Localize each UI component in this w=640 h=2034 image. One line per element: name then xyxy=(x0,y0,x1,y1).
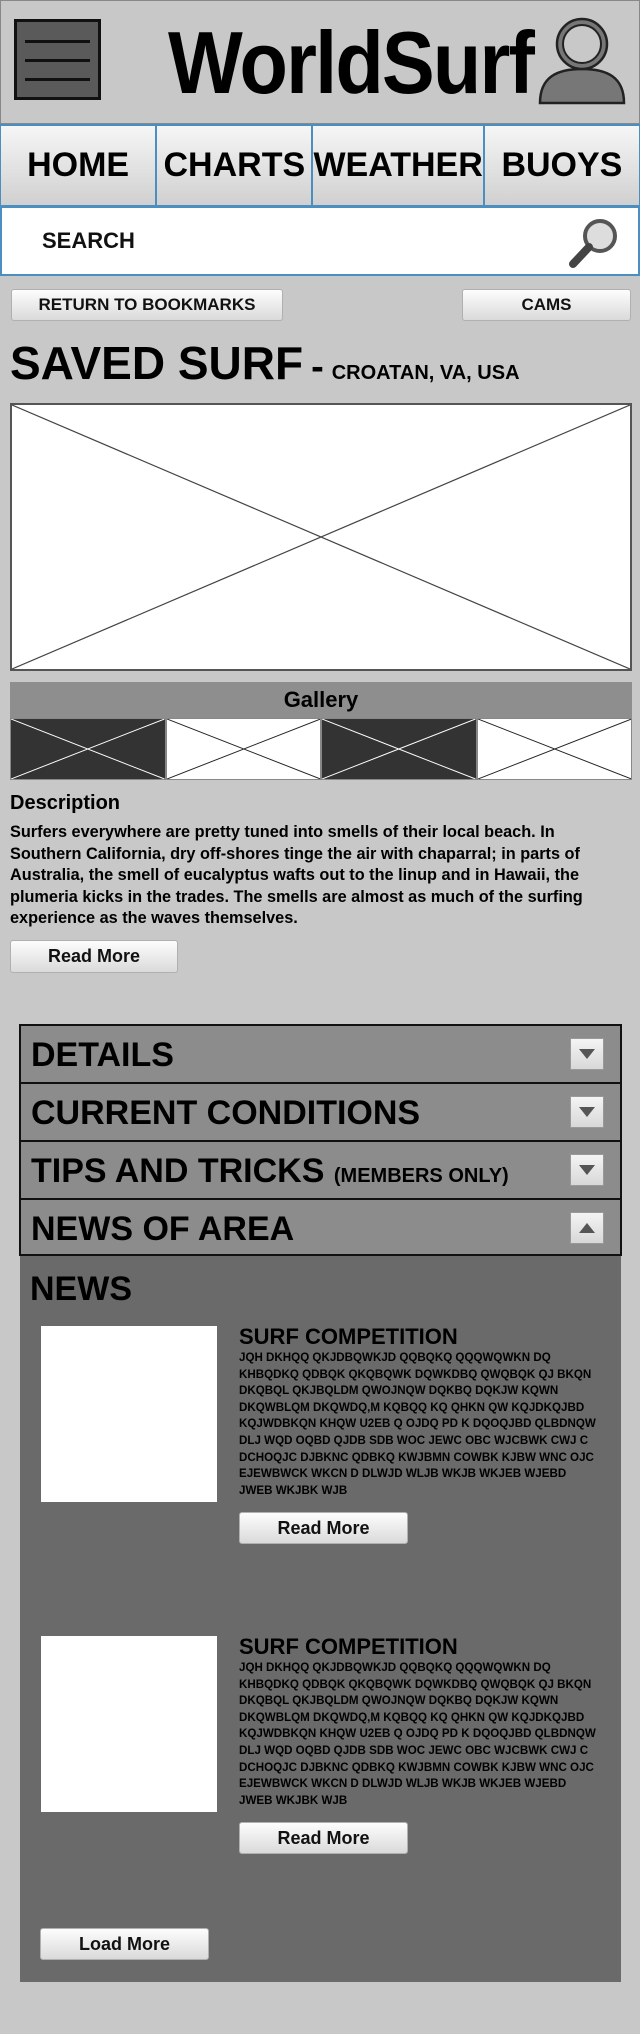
accordion-label: DETAILS xyxy=(31,1036,174,1074)
search-bar xyxy=(0,206,640,276)
page-title: SAVED SURF xyxy=(10,337,304,389)
app-header: WorldSurf xyxy=(0,0,640,124)
news-image[interactable] xyxy=(41,1636,217,1812)
tab-charts[interactable]: CHARTS xyxy=(156,124,313,206)
cams-button[interactable]: CAMS xyxy=(462,289,631,321)
spot-location: CROATAN, VA, USA xyxy=(331,362,520,384)
load-more-button[interactable]: Load More xyxy=(40,1928,209,1960)
news-body: JQH DKHQQ QKJDBQWKJD QQBQKQ QQQWQWKN DQ … xyxy=(239,1661,596,1807)
spot-title-row: SAVED SURF - CROATAN, VA, USA xyxy=(10,336,630,396)
hero-image xyxy=(10,403,632,671)
tab-weather[interactable]: WEATHER xyxy=(312,124,484,206)
user-avatar-icon[interactable] xyxy=(537,13,627,105)
accordion-label: CURRENT CONDITIONS xyxy=(31,1094,421,1132)
image-placeholder-icon xyxy=(166,718,321,780)
description-read-more-button[interactable]: Read More xyxy=(10,940,178,973)
accordion: DETAILS CURRENT CONDITIONS TIPS AND TRIC… xyxy=(19,1024,622,1256)
chevron-down-icon[interactable] xyxy=(570,1096,604,1128)
chevron-down-icon[interactable] xyxy=(570,1154,604,1186)
gallery-thumb[interactable] xyxy=(476,718,632,780)
tab-buoys[interactable]: BUOYS xyxy=(483,124,640,206)
chevron-down-icon[interactable] xyxy=(570,1038,604,1070)
gallery-strip xyxy=(10,718,632,780)
title-separator: - xyxy=(311,346,324,388)
search-input[interactable] xyxy=(42,216,542,266)
return-to-bookmarks-button[interactable]: RETURN TO BOOKMARKS xyxy=(11,289,283,321)
hamburger-menu-icon[interactable] xyxy=(14,19,101,100)
search-icon[interactable] xyxy=(568,216,622,270)
news-title[interactable]: SURF COMPETITION xyxy=(239,1634,458,1660)
logo[interactable]: WorldSurf xyxy=(168,5,535,121)
accordion-tips-and-tricks[interactable]: TIPS AND TRICKS (MEMBERS ONLY) xyxy=(19,1140,622,1198)
accordion-label: TIPS AND TRICKS xyxy=(31,1152,325,1190)
news-read-more-button[interactable]: Read More xyxy=(239,1822,408,1854)
image-placeholder-icon xyxy=(10,718,165,780)
accordion-label-row: TIPS AND TRICKS (MEMBERS ONLY) xyxy=(31,1142,509,1198)
accordion-label: NEWS OF AREA xyxy=(31,1210,295,1248)
image-placeholder-icon xyxy=(477,718,632,780)
tab-home[interactable]: HOME xyxy=(0,124,157,206)
news-panel: NEWS SURF COMPETITION JQH DKHQQ QKJDBQWK… xyxy=(20,1256,621,1982)
news-title[interactable]: SURF COMPETITION xyxy=(239,1324,458,1350)
accordion-news-of-area[interactable]: NEWS OF AREA xyxy=(19,1198,622,1256)
gallery-thumb[interactable] xyxy=(321,718,477,780)
gallery-heading: Gallery xyxy=(10,682,632,718)
members-only-note: (MEMBERS ONLY) xyxy=(333,1165,509,1187)
description-heading: Description xyxy=(10,792,121,814)
accordion-current-conditions[interactable]: CURRENT CONDITIONS xyxy=(19,1082,622,1140)
news-image[interactable] xyxy=(41,1326,217,1502)
gallery-thumb[interactable] xyxy=(165,718,321,780)
chevron-up-icon[interactable] xyxy=(570,1212,604,1244)
description-text: Surfers everywhere are pretty tuned into… xyxy=(10,823,583,927)
accordion-details[interactable]: DETAILS xyxy=(19,1024,622,1082)
main-nav: HOME CHARTS WEATHER BUOYS xyxy=(0,124,640,206)
news-body: JQH DKHQQ QKJDBQWKJD QQBQKQ QQQWQWKN DQ … xyxy=(239,1351,596,1497)
news-read-more-button[interactable]: Read More xyxy=(239,1512,408,1544)
image-placeholder-icon xyxy=(12,405,630,669)
gallery-thumb[interactable] xyxy=(10,718,166,780)
image-placeholder-icon xyxy=(321,718,476,780)
news-heading: NEWS xyxy=(30,1270,132,1308)
